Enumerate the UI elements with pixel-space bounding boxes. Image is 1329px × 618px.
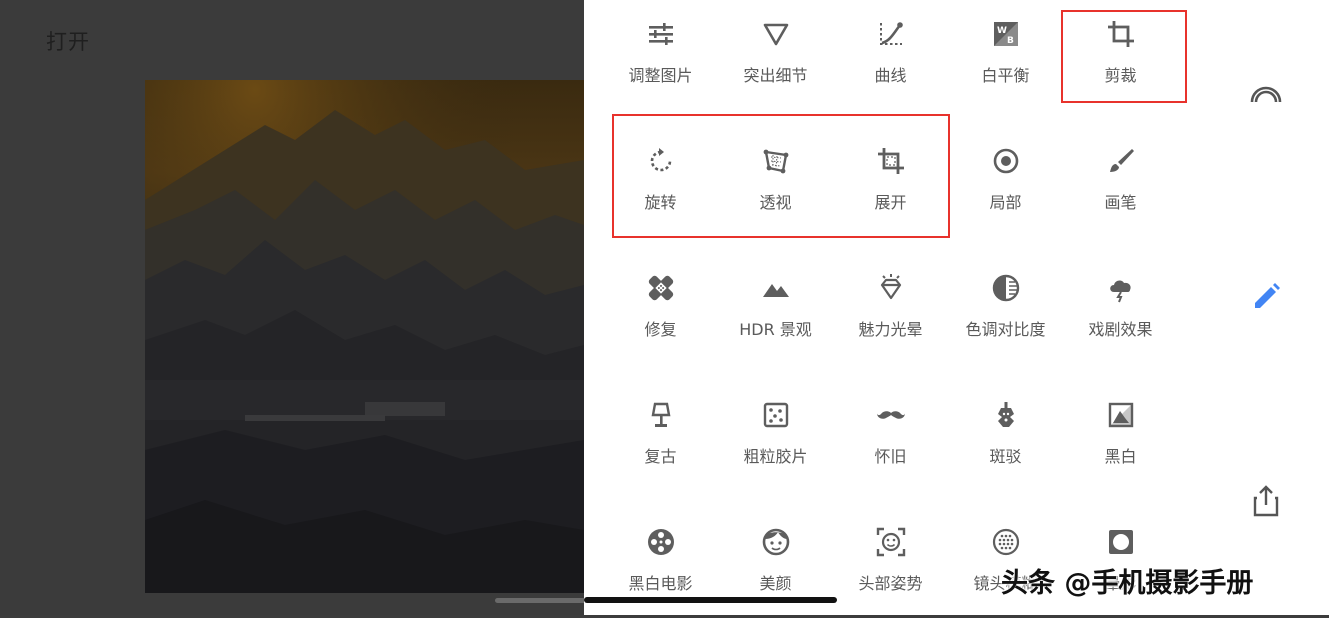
tool-grunge[interactable]: 斑驳 [948, 381, 1063, 491]
highlight-crop [1061, 10, 1187, 103]
tool-head-pose[interactable]: 头部姿势 [833, 508, 948, 618]
tool-label: 突出细节 [743, 66, 808, 85]
tune-icon [645, 18, 677, 50]
tool-tune-image[interactable]: 调整图片 [603, 0, 718, 110]
tool-label: 色调对比度 [965, 320, 1046, 339]
tool-glamour-glow[interactable]: 魅力光晕 [833, 254, 948, 364]
film-reel-icon [645, 526, 677, 558]
tool-label: 美颜 [759, 574, 792, 593]
tools-panel: 调整图片 突出细节 曲线 WB 白平衡 剪裁 旋转 透视 展开 局部 画笔 修复… [584, 0, 1201, 615]
tool-label: 戏剧效果 [1088, 320, 1153, 339]
lens-blur-icon [990, 526, 1022, 558]
selective-icon [990, 145, 1022, 177]
tool-details[interactable]: 突出细节 [718, 0, 833, 110]
tool-healing[interactable]: 修复 [603, 254, 718, 364]
watermark-text: 头条 @手机摄影手册 [1001, 568, 1254, 599]
mountains-icon [760, 272, 792, 304]
tool-vintage[interactable]: 复古 [603, 381, 718, 491]
brush-icon [1105, 145, 1137, 177]
tool-label: 画笔 [1104, 193, 1137, 212]
home-indicator [584, 597, 837, 603]
tool-brush[interactable]: 画笔 [1063, 127, 1178, 237]
diamond-icon [875, 272, 907, 304]
tool-label: 斑驳 [989, 447, 1022, 466]
tool-label: 黑白 [1104, 447, 1137, 466]
svg-text:W: W [997, 26, 1007, 36]
lamp-icon [645, 399, 677, 431]
tool-label: 局部 [989, 193, 1022, 212]
face-icon [760, 526, 792, 558]
tool-tonal-contrast[interactable]: 色调对比度 [948, 254, 1063, 364]
guitar-icon [990, 399, 1022, 431]
tool-label: 怀旧 [874, 447, 907, 466]
tonal-contrast-icon [990, 272, 1022, 304]
edit-pencil-icon[interactable] [1249, 280, 1283, 314]
bw-icon [1105, 399, 1137, 431]
right-toolbar [1201, 0, 1329, 615]
tool-curves[interactable]: 曲线 [833, 0, 948, 110]
tool-label: 修复 [644, 320, 677, 339]
image-preview-area: 打开 [0, 0, 590, 615]
open-button[interactable]: 打开 [46, 26, 90, 56]
curves-icon [875, 18, 907, 50]
svg-text:B: B [1007, 36, 1014, 46]
tool-grainy-film[interactable]: 粗粒胶片 [718, 381, 833, 491]
triangle-down-icon [760, 18, 792, 50]
tool-label: 魅力光晕 [858, 320, 923, 339]
tool-retrolux[interactable]: 怀旧 [833, 381, 948, 491]
tool-hdr-scape[interactable]: HDR 景观 [718, 254, 833, 364]
tool-white-balance[interactable]: WB 白平衡 [948, 0, 1063, 110]
tool-label: 黑白电影 [628, 574, 693, 593]
tool-label: 调整图片 [628, 66, 693, 85]
highlight-rotate-perspective-expand [612, 114, 950, 238]
tool-drama[interactable]: 戏剧效果 [1063, 254, 1178, 364]
tool-label: 白平衡 [981, 66, 1030, 85]
white-balance-icon: WB [990, 18, 1022, 50]
scroll-indicator [495, 598, 590, 603]
cloud-storm-icon [1105, 272, 1137, 304]
photo-preview [145, 80, 584, 593]
share-icon[interactable] [1249, 484, 1283, 518]
mustache-icon [875, 399, 907, 431]
tool-label: HDR 景观 [739, 320, 812, 339]
tool-label: 复古 [644, 447, 677, 466]
grain-icon [760, 399, 792, 431]
face-frame-icon [875, 526, 907, 558]
tool-label: 粗粒胶片 [743, 447, 808, 466]
styles-icon[interactable] [1249, 80, 1283, 114]
tool-selective[interactable]: 局部 [948, 127, 1063, 237]
tool-label: 曲线 [874, 66, 907, 85]
healing-icon [645, 272, 677, 304]
vignette-icon [1105, 526, 1137, 558]
tool-black-white[interactable]: 黑白 [1063, 381, 1178, 491]
tool-label: 头部姿势 [858, 574, 923, 593]
